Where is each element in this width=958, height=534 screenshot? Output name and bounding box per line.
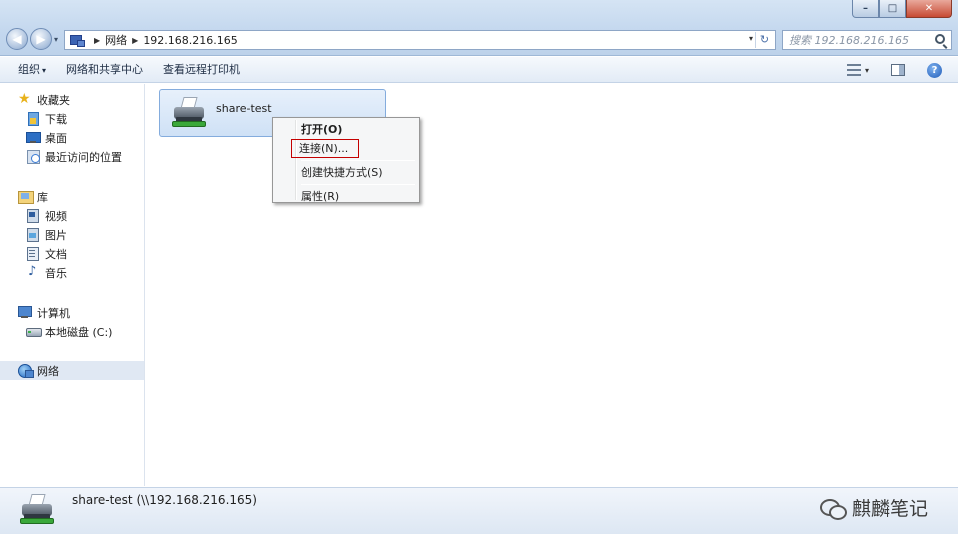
sidebar-item-label: 视频	[45, 209, 67, 223]
breadcrumb-host[interactable]: 192.168.216.165	[143, 34, 237, 47]
command-bar: 组织 ▾ 网络和共享中心 查看远程打印机 ▾ ?	[0, 57, 958, 83]
preview-pane-icon[interactable]	[891, 64, 905, 76]
network-icon	[69, 34, 85, 47]
menu-item-open[interactable]: 打开(O)	[275, 120, 417, 139]
details-pane: share-test (\\192.168.216.165)	[0, 487, 958, 534]
recent-pages-dropdown[interactable]: ▾	[54, 35, 58, 44]
sidebar-item-label: 本地磁盘 (C:)	[45, 325, 113, 339]
sidebar-item-label: 收藏夹	[37, 93, 70, 107]
sidebar-item-desktop[interactable]: 桌面	[0, 128, 144, 147]
sidebar-item-favorites[interactable]: ★ 收藏夹	[0, 90, 144, 109]
minimize-button[interactable]: –	[852, 0, 879, 18]
sidebar-item-libraries[interactable]: 库	[0, 187, 144, 206]
breadcrumb-separator[interactable]: ▶	[94, 36, 100, 45]
hard-disk-icon	[26, 325, 42, 338]
sidebar-item-label: 网络	[37, 364, 59, 378]
window-controls: – □ ✕	[852, 0, 952, 18]
videos-icon	[26, 209, 40, 223]
wechat-icon	[819, 497, 847, 520]
organize-button[interactable]: 组织 ▾	[8, 59, 56, 81]
sidebar-item-computer[interactable]: 计算机	[0, 303, 144, 322]
recent-places-icon	[26, 150, 40, 164]
sidebar-item-music[interactable]: 音乐	[0, 263, 144, 282]
organize-label: 组织	[18, 62, 40, 76]
maximize-button[interactable]: □	[879, 0, 906, 18]
item-name: share-test	[216, 101, 272, 115]
watermark-text: 麒麟笔记	[851, 498, 928, 520]
sidebar-item-label: 桌面	[45, 131, 67, 145]
network-printer-icon	[170, 95, 210, 131]
view-options-dropdown[interactable]: ▾	[865, 66, 869, 75]
network-globe-icon	[18, 364, 34, 378]
file-list: share-test	[146, 84, 958, 486]
search-placeholder: 搜索 192.168.216.165	[789, 34, 909, 47]
view-remote-printers-button[interactable]: 查看远程打印机	[153, 59, 250, 81]
sidebar-item-label: 下载	[45, 112, 67, 126]
breadcrumb-separator[interactable]: ▶	[132, 36, 138, 45]
sidebar-item-documents[interactable]: 文档	[0, 244, 144, 263]
close-button[interactable]: ✕	[906, 0, 952, 18]
sidebar-item-pictures[interactable]: 图片	[0, 225, 144, 244]
desktop-icon	[26, 131, 41, 144]
downloads-folder-icon	[26, 112, 40, 126]
sidebar-item-videos[interactable]: 视频	[0, 206, 144, 225]
menu-item-connect[interactable]: 连接(N)...	[291, 139, 359, 158]
computer-icon	[18, 306, 32, 319]
pictures-icon	[26, 228, 40, 242]
sidebar-item-local-disk[interactable]: 本地磁盘 (C:)	[0, 322, 144, 341]
details-title: share-test (\\192.168.216.165)	[72, 493, 257, 507]
refresh-button[interactable]: ↻	[755, 32, 773, 48]
library-icon	[18, 190, 34, 204]
forward-button[interactable]: ▶	[30, 28, 52, 50]
sidebar-item-recent-places[interactable]: 最近访问的位置	[0, 147, 144, 166]
navigation-pane: ★ 收藏夹 下载 桌面 最近访问的位置 库 视频 图片 文档 音乐 计算机 本地…	[0, 84, 145, 486]
star-icon: ★	[18, 91, 31, 107]
menu-divider	[301, 160, 415, 161]
chevron-down-icon: ▾	[42, 65, 47, 75]
menu-item-create-shortcut[interactable]: 创建快捷方式(S)	[275, 163, 417, 182]
sidebar-item-downloads[interactable]: 下载	[0, 109, 144, 128]
menu-divider	[301, 184, 415, 185]
sidebar-item-label: 图片	[45, 228, 67, 242]
watermark: 麒麟笔记	[819, 494, 928, 521]
change-view-icon[interactable]	[846, 64, 861, 76]
music-icon	[26, 264, 40, 279]
back-button[interactable]: ◀	[6, 28, 28, 50]
help-icon[interactable]: ?	[927, 62, 942, 78]
address-bar[interactable]: ▶ 网络 ▶ 192.168.216.165 ▾ ↻	[64, 30, 776, 50]
network-printer-icon	[18, 492, 58, 528]
title-bar: – □ ✕ ◀ ▶ ▾ ▶ 网络 ▶ 192.168.216.165 ▾ ↻ 搜…	[0, 0, 958, 56]
sidebar-item-label: 计算机	[37, 306, 70, 320]
sidebar-item-label: 最近访问的位置	[45, 150, 122, 164]
network-sharing-center-button[interactable]: 网络和共享中心	[56, 59, 153, 81]
search-icon[interactable]	[935, 34, 945, 44]
sidebar-item-label: 库	[37, 190, 48, 204]
sidebar-item-label: 音乐	[45, 266, 67, 280]
address-dropdown[interactable]: ▾	[749, 34, 753, 43]
context-menu: 打开(O) 连接(N)... 创建快捷方式(S) 属性(R)	[272, 117, 420, 203]
documents-icon	[26, 247, 40, 261]
breadcrumb-network[interactable]: 网络	[105, 32, 127, 48]
sidebar-item-label: 文档	[45, 247, 67, 261]
sidebar-item-network[interactable]: 网络	[0, 361, 144, 380]
menu-item-properties[interactable]: 属性(R)	[275, 187, 417, 206]
search-input[interactable]: 搜索 192.168.216.165	[782, 30, 952, 50]
